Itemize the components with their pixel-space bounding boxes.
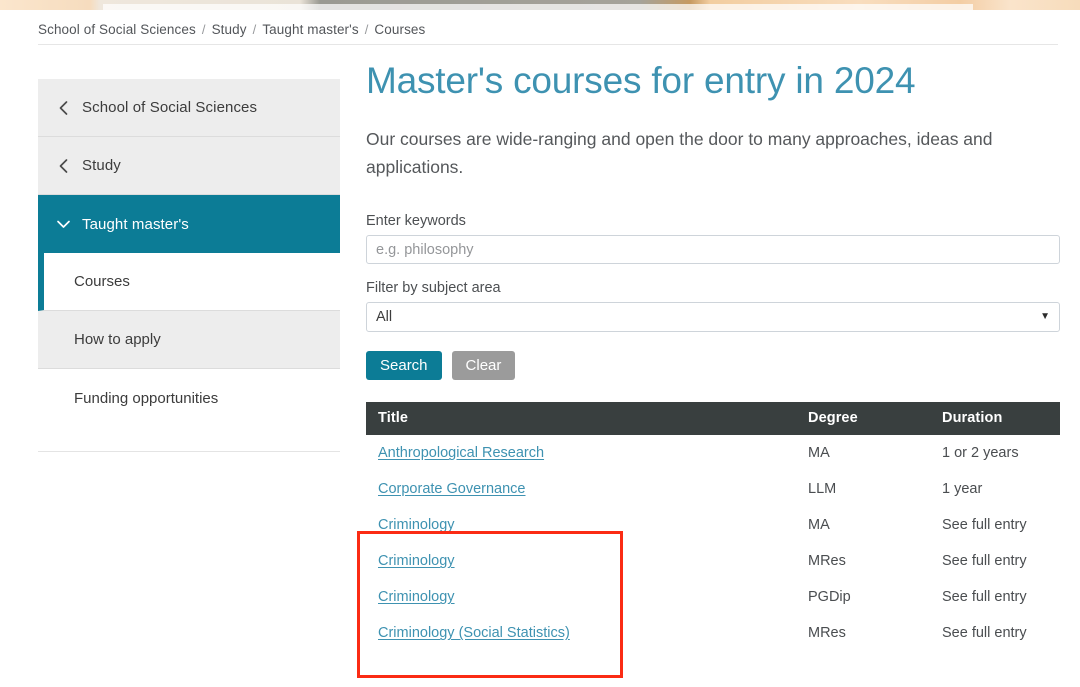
course-search-form: Enter keywords Filter by subject area Al… (366, 213, 1060, 381)
main-content: Master's courses for entry in 2024 Our c… (366, 59, 1060, 651)
page-body: School of Social Sciences Study Taught m… (0, 45, 1080, 687)
chevron-left-icon (52, 158, 74, 174)
course-link[interactable]: Criminology (378, 553, 455, 569)
breadcrumb-separator: / (364, 22, 369, 37)
chevron-down-icon (52, 218, 74, 230)
subject-area-select[interactable]: All (366, 302, 1060, 333)
course-link[interactable]: Anthropological Research (378, 445, 544, 461)
page-intro-text: Our courses are wide-ranging and open th… (366, 128, 993, 177)
breadcrumb: School of Social Sciences / Study / Taught m… (38, 22, 425, 37)
course-title-cell: Criminology (366, 507, 796, 543)
sidebar-item-label: Courses (74, 273, 130, 290)
course-link[interactable]: Criminology (Social Statistics) (378, 625, 570, 641)
column-header-title[interactable]: Title (366, 402, 796, 436)
column-header-duration[interactable]: Duration (930, 402, 1060, 436)
column-header-degree[interactable]: Degree (796, 402, 930, 436)
course-degree-cell: LLM (808, 481, 837, 498)
course-degree-cell: PGDip (808, 589, 851, 606)
courses-table: Title Degree Duration Anthropological Re… (366, 402, 1060, 651)
breadcrumb-separator: / (252, 22, 257, 37)
keywords-label: Enter keywords (366, 213, 466, 230)
breadcrumb-item-study[interactable]: Study (212, 22, 247, 37)
sidebar-item-funding-opportunities[interactable]: Funding opportunities (38, 369, 340, 427)
courses-table-body: Anthropological Research MA 1 or 2 years… (366, 435, 1060, 651)
sidebar-item-taught-masters[interactable]: Taught master's (38, 195, 340, 253)
course-title-cell: Criminology (366, 579, 796, 615)
subject-area-label: Filter by subject area (366, 280, 501, 297)
section-navigation-sidebar: School of Social Sciences Study Taught m… (38, 79, 340, 452)
course-title-cell: Criminology (366, 543, 796, 579)
course-degree-cell: MRes (808, 625, 846, 642)
sidebar-item-label: Taught master's (82, 215, 189, 233)
table-row: Anthropological Research MA 1 or 2 years (366, 435, 1060, 471)
table-row: Criminology MA See full entry (366, 507, 1060, 543)
table-row: Criminology MRes See full entry (366, 543, 1060, 579)
sidebar-item-label: School of Social Sciences (82, 99, 258, 116)
sidebar-item-label: Funding opportunities (74, 389, 219, 407)
course-title-cell: Anthropological Research (366, 435, 796, 471)
subject-area-select-wrapper: All ▼ (366, 302, 1060, 333)
course-link[interactable]: Criminology (378, 517, 455, 533)
course-title-cell: Corporate Governance (366, 471, 796, 507)
table-header-row: Title Degree Duration (366, 402, 1060, 436)
breadcrumb-bar: School of Social Sciences / Study / Taught m… (0, 10, 1080, 45)
courses-table-head: Title Degree Duration (366, 402, 1060, 436)
course-degree-cell: MRes (808, 553, 846, 570)
breadcrumb-separator: / (201, 22, 206, 37)
clear-button[interactable]: Clear (451, 351, 516, 381)
course-link[interactable]: Criminology (378, 589, 455, 605)
table-row: Corporate Governance LLM 1 year (366, 471, 1060, 507)
sidebar-item-study[interactable]: Study (38, 137, 340, 195)
course-duration-cell: 1 or 2 years (942, 445, 1019, 462)
course-title-cell: Criminology (Social Statistics) (366, 615, 796, 651)
breadcrumb-item-school[interactable]: School of Social Sciences (38, 22, 196, 37)
course-duration-cell: See full entry (942, 625, 1027, 642)
form-actions: Search Clear (366, 351, 1060, 381)
course-duration-cell: 1 year (942, 481, 983, 498)
chevron-left-icon (52, 100, 74, 116)
breadcrumb-item-taught-masters[interactable]: Taught master's (262, 22, 358, 37)
header-banner-image (0, 0, 1080, 10)
sidebar-item-courses[interactable]: Courses (38, 253, 340, 311)
sidebar-item-label: How to apply (74, 331, 161, 348)
course-degree-cell: MA (808, 517, 830, 534)
course-duration-cell: See full entry (942, 517, 1027, 534)
course-duration-cell: See full entry (942, 589, 1027, 606)
table-row: Criminology PGDip See full entry (366, 579, 1060, 615)
breadcrumb-item-courses[interactable]: Courses (374, 22, 425, 37)
page-title: Master's courses for entry in 2024 (366, 60, 916, 101)
course-degree-cell: MA (808, 445, 830, 462)
sidebar-item-label: Study (82, 157, 121, 174)
keywords-input[interactable] (366, 235, 1060, 265)
table-row: Criminology (Social Statistics) MRes See… (366, 615, 1060, 651)
course-duration-cell: See full entry (942, 553, 1027, 570)
sidebar-bottom-divider (38, 451, 340, 452)
sidebar-item-school-of-social-sciences[interactable]: School of Social Sciences (38, 79, 340, 137)
search-button[interactable]: Search (366, 351, 442, 381)
course-link[interactable]: Corporate Governance (378, 481, 526, 497)
sidebar-item-how-to-apply[interactable]: How to apply (38, 311, 340, 369)
